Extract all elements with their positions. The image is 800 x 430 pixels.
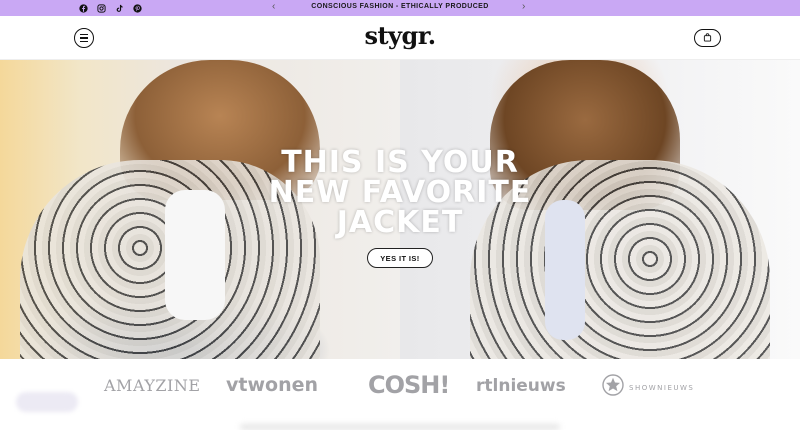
- pinterest-icon[interactable]: [132, 3, 142, 13]
- star-icon: [602, 374, 624, 401]
- hamburger-menu-icon[interactable]: [74, 28, 94, 48]
- hero-headline-line1: THIS IS YOUR: [281, 145, 519, 180]
- bottom-bar: [240, 424, 560, 430]
- press-logo-amayzine: AMAYZINE: [104, 376, 201, 395]
- site-header: stygr.: [0, 16, 800, 60]
- facebook-icon[interactable]: [78, 3, 88, 13]
- hero-cta-button[interactable]: YES IT IS!: [367, 248, 433, 268]
- hero-headline: THIS IS YOUR NEW FAVORITE JACKET: [200, 148, 600, 238]
- social-links: [78, 3, 142, 13]
- announcement-next-arrow[interactable]: ›: [522, 1, 525, 12]
- announcement-prev-arrow[interactable]: ‹: [272, 1, 275, 12]
- cart-button[interactable]: [694, 29, 721, 47]
- instagram-icon[interactable]: [96, 3, 106, 13]
- press-logo-vtwonen: vtwonen: [226, 374, 319, 396]
- hero-headline-line3: JACKET: [336, 205, 464, 240]
- press-logos-bar: AMAYZINE vtwonen COSH! rtlnieuws SHOWNIE…: [0, 359, 800, 429]
- press-logo-cosh: COSH!: [368, 371, 450, 399]
- press-logo-shownieuws-text: SHOWNIEUWS: [629, 383, 695, 392]
- announcement-bar: ‹ CONSCIOUS FASHION - ETHICALLY PRODUCED…: [0, 0, 800, 16]
- chat-widget[interactable]: [16, 392, 78, 412]
- tiktok-icon[interactable]: [114, 3, 124, 13]
- site-logo[interactable]: stygr.: [350, 21, 450, 50]
- press-logo-shownieuws: SHOWNIEUWS: [602, 374, 694, 401]
- hero-banner: THIS IS YOUR NEW FAVORITE JACKET YES IT …: [0, 60, 800, 359]
- announcement-text: CONSCIOUS FASHION - ETHICALLY PRODUCED: [311, 3, 489, 10]
- hero-headline-line2: NEW FAVORITE: [268, 175, 532, 210]
- shopping-bag-icon: [703, 29, 712, 47]
- press-logo-rtlnieuws: rtlnieuws: [476, 376, 566, 396]
